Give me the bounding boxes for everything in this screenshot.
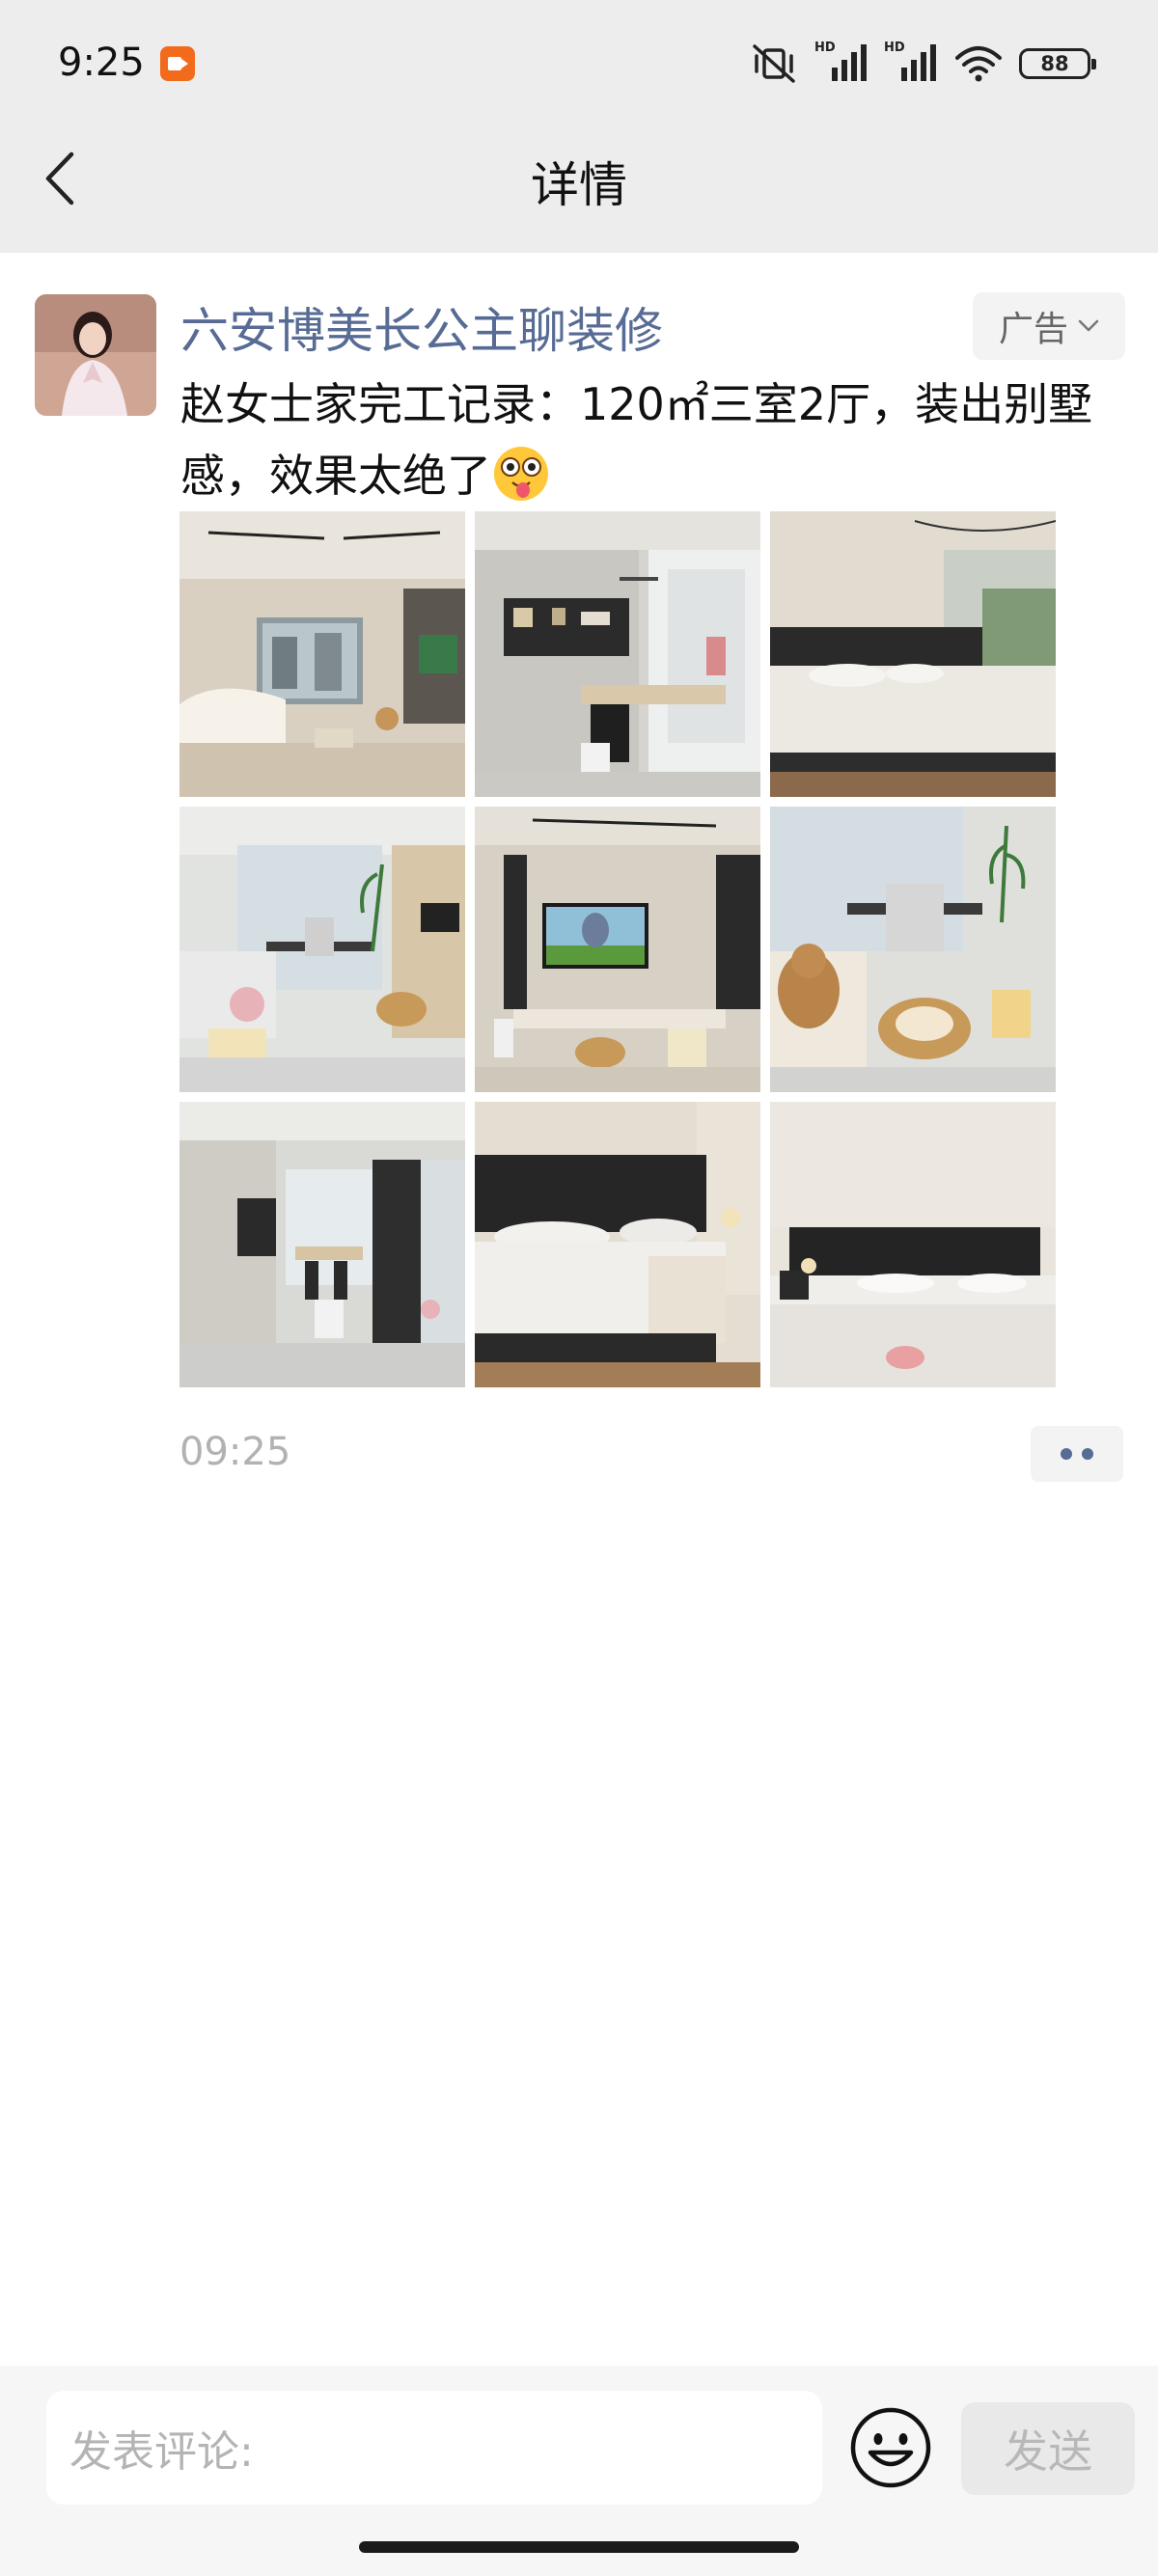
dot-icon	[1082, 1448, 1093, 1460]
page-title: 详情	[531, 157, 627, 213]
photo-bedroom[interactable]	[770, 511, 1056, 797]
post-text: 赵女士家完工记录：120㎡三室2厅，装出别墅感，效果太绝了	[180, 369, 1136, 511]
screen-record-icon	[160, 46, 195, 81]
ad-label: 广告	[998, 310, 1068, 349]
hd-label: HD	[814, 41, 836, 55]
photo-bedroom-dark-headboard[interactable]	[770, 1102, 1056, 1387]
send-button[interactable]: 发送	[961, 2402, 1135, 2495]
battery-icon: 88	[1019, 48, 1096, 79]
avatar[interactable]	[35, 294, 156, 416]
more-actions-button[interactable]	[1031, 1426, 1123, 1482]
ad-label-button[interactable]: 广告	[973, 292, 1125, 360]
photo-tv-wall[interactable]	[475, 807, 760, 1092]
hd-label: HD	[884, 41, 905, 55]
photo-study-corner[interactable]	[179, 807, 465, 1092]
photo-dining-hall[interactable]	[179, 1102, 465, 1387]
dot-icon	[1061, 1448, 1072, 1460]
comment-input[interactable]: 发表评论:	[46, 2391, 822, 2505]
photo-dining-cabinet[interactable]	[475, 511, 760, 797]
smiley-icon	[850, 2407, 931, 2488]
signal-icon: HD	[884, 41, 938, 83]
emoji-button[interactable]	[849, 2406, 932, 2489]
star-eyes-emoji	[494, 446, 548, 501]
status-time: 9:25	[58, 41, 145, 85]
screen: 9:25 HD HD 88 详情 六安博美长公主聊装修 广告 赵女士家完工记录：…	[0, 0, 1158, 2576]
wifi-icon	[955, 46, 1002, 82]
chevron-down-icon	[1078, 319, 1099, 332]
mute-vibrate-icon	[753, 44, 795, 83]
photo-bed-closeup[interactable]	[475, 1102, 760, 1387]
signal-icon: HD	[814, 41, 868, 83]
status-icons: HD HD 88	[749, 41, 1096, 85]
post-text-content: 赵女士家完工记录：120㎡三室2厅，装出别墅感，效果太绝了	[180, 378, 1093, 502]
post-time: 09:25	[179, 1430, 291, 1474]
photo-living-room[interactable]	[179, 511, 465, 797]
home-indicator[interactable]	[359, 2541, 799, 2553]
author-name[interactable]: 六安博美长公主聊装修	[180, 292, 663, 362]
photo-cat-desk[interactable]	[770, 807, 1056, 1092]
photo-grid	[179, 511, 1058, 1387]
